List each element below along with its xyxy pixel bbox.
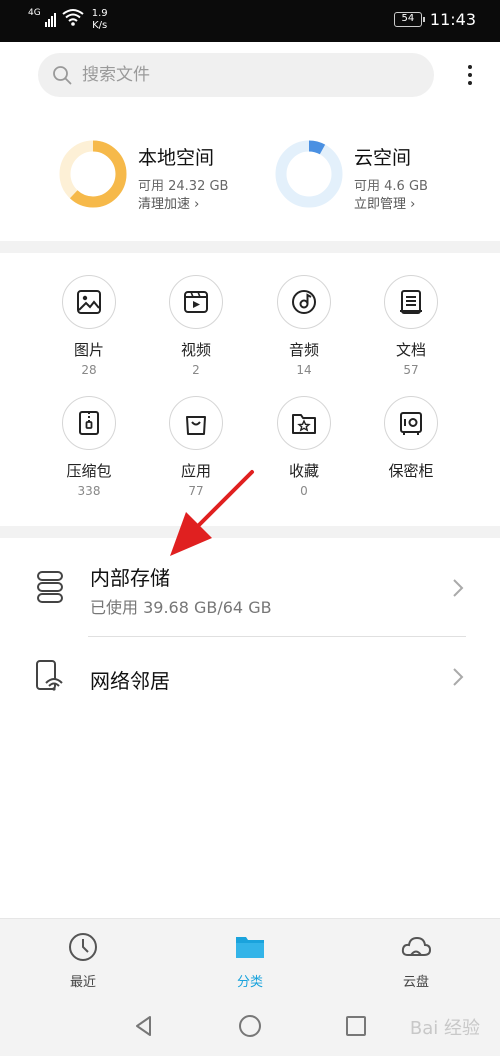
video-icon	[184, 291, 208, 313]
app-icon	[186, 416, 206, 435]
archive-icon	[79, 411, 99, 435]
tab-label: 分类	[236, 975, 263, 990]
category-count: 338	[77, 484, 101, 498]
section-divider	[0, 241, 500, 253]
network-icon	[36, 660, 63, 691]
category-count: 57	[403, 363, 419, 377]
category-count: 28	[81, 363, 97, 377]
status-right: 54 11:43	[393, 10, 476, 29]
speed-value: 1.9	[91, 8, 108, 19]
image-icon	[77, 290, 101, 314]
speed-unit: K/s	[92, 20, 108, 31]
category-archives-circle	[62, 396, 116, 450]
chevron-right-icon	[453, 668, 464, 686]
category-label: 文档	[395, 341, 426, 359]
category-count: 77	[188, 484, 204, 498]
tab-recent[interactable]: 最近	[38, 931, 128, 990]
category-videos[interactable]: 视频 2	[141, 275, 251, 377]
audio-icon	[292, 290, 316, 314]
cloud-storage-ring-icon	[275, 140, 343, 208]
category-label: 图片	[73, 341, 104, 359]
battery-icon: 54	[393, 12, 425, 27]
local-storage-ring-icon	[59, 140, 127, 208]
category-label: 应用	[180, 462, 211, 480]
category-apps[interactable]: 应用 77	[141, 396, 251, 498]
cloud-icon	[401, 936, 432, 956]
search-input[interactable]	[82, 53, 412, 97]
internal-storage-row[interactable]: 内部存储 已使用 39.68 GB/64 GB	[0, 538, 500, 636]
category-documents-circle	[384, 275, 438, 329]
home-icon[interactable]	[238, 1014, 262, 1038]
category-label: 视频	[180, 341, 211, 359]
watermark-text: Bai 经验	[409, 1018, 480, 1039]
category-safe[interactable]: 保密柜	[356, 396, 466, 481]
category-audio[interactable]: 音频 14	[249, 275, 359, 377]
category-label: 收藏	[288, 462, 319, 480]
local-storage-title: 本地空间	[138, 147, 215, 169]
status-left: 4G 1.9 K/s	[28, 8, 108, 32]
recent-apps-icon[interactable]	[344, 1014, 368, 1038]
category-count: 14	[296, 363, 312, 377]
local-storage-available: 可用 24.32 GB	[138, 179, 229, 194]
status-bar: 4G 1.9 K/s 54 11:43	[0, 0, 500, 42]
network-type-label: 4G	[28, 8, 41, 18]
storage-icon	[37, 571, 63, 603]
folder-icon	[236, 937, 264, 958]
category-count: 0	[300, 484, 308, 498]
network-speed: 1.9 K/s	[92, 8, 108, 32]
clock-time: 11:43	[429, 10, 476, 29]
chevron-right-icon	[453, 579, 464, 597]
category-favorites-circle	[277, 396, 331, 450]
category-label: 保密柜	[388, 462, 434, 480]
more-options-icon[interactable]	[458, 60, 482, 90]
tab-cloud-drive[interactable]: 云盘	[371, 931, 461, 990]
category-images[interactable]: 图片 28	[34, 275, 144, 377]
document-icon	[400, 290, 422, 314]
cloud-storage-title: 云空间	[354, 147, 412, 169]
favorite-icon	[292, 414, 316, 434]
tab-label: 最近	[69, 975, 96, 990]
category-apps-circle	[169, 396, 223, 450]
category-archives[interactable]: 压缩包 338	[34, 396, 144, 498]
category-label: 压缩包	[66, 462, 112, 480]
clock-icon	[69, 933, 97, 961]
category-safe-circle	[384, 396, 438, 450]
section-divider	[0, 526, 500, 538]
category-audio-circle	[277, 275, 331, 329]
category-label: 音频	[288, 341, 319, 359]
search-bar[interactable]	[38, 53, 434, 97]
wifi-icon	[62, 9, 84, 26]
clean-speedup-link[interactable]: 清理加速 ›	[138, 193, 199, 212]
back-icon[interactable]	[132, 1014, 156, 1038]
internal-storage-title: 内部存储	[90, 566, 170, 590]
category-favorites[interactable]: 收藏 0	[249, 396, 359, 498]
safe-icon	[400, 412, 422, 435]
category-images-circle	[62, 275, 116, 329]
tab-categories[interactable]: 分类	[205, 931, 295, 990]
category-count: 2	[192, 363, 200, 377]
manage-now-link[interactable]: 立即管理 ›	[354, 193, 415, 212]
bottom-navigation: 最近 分类 云盘	[0, 918, 500, 996]
internal-storage-usage: 已使用 39.68 GB/64 GB	[90, 598, 272, 617]
network-neighbors-title: 网络邻居	[90, 669, 170, 693]
tab-label: 云盘	[402, 975, 429, 990]
category-videos-circle	[169, 275, 223, 329]
category-documents[interactable]: 文档 57	[356, 275, 466, 377]
network-neighbors-row[interactable]: 网络邻居	[0, 637, 500, 717]
signal-icon	[44, 11, 56, 27]
cloud-storage-available: 可用 4.6 GB	[354, 179, 428, 194]
search-icon	[53, 66, 72, 85]
